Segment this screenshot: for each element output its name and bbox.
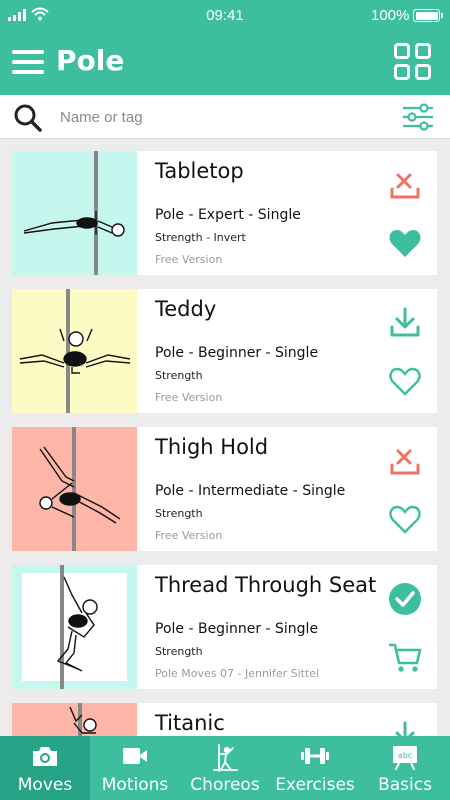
tab-moves[interactable]: Moves (0, 736, 90, 800)
app-bar: Pole (0, 32, 450, 95)
move-title: Teddy (155, 297, 217, 321)
move-tags: Strength (155, 369, 203, 382)
move-thumbnail (12, 289, 137, 413)
bottom-tab-bar: Moves Motions Choreos Exercises abc Basi… (0, 736, 450, 800)
hamburger-menu-icon[interactable] (12, 50, 44, 74)
tab-choreos[interactable]: Choreos (180, 736, 270, 800)
heart-outline-icon[interactable] (387, 363, 423, 399)
heart-filled-icon[interactable] (387, 225, 423, 261)
move-source: Free Version (155, 391, 223, 404)
remove-download-icon[interactable] (387, 443, 423, 479)
move-details: Pole - Beginner - Single (155, 621, 319, 637)
move-tags: Strength - Invert (155, 231, 246, 244)
grid-view-icon[interactable] (394, 43, 432, 81)
tab-label: Choreos (190, 775, 260, 795)
page-title: Pole (56, 44, 125, 77)
status-bar: 09:41 100% (0, 0, 450, 32)
move-source: Free Version (155, 529, 223, 542)
move-card-tabletop[interactable]: Tabletop Pole - Expert - Single Strength… (12, 151, 437, 275)
tab-label: Moves (17, 775, 73, 795)
move-title: Titanic (155, 711, 225, 735)
download-icon[interactable] (387, 719, 423, 736)
video-camera-icon (123, 748, 147, 764)
move-details: Pole - Beginner - Single (155, 345, 319, 361)
cart-icon[interactable] (387, 639, 423, 675)
move-card-teddy[interactable]: Teddy Pole - Beginner - Single Strength … (12, 289, 437, 413)
move-source: Pole Moves 07 - Jennifer Sittel (155, 667, 320, 680)
move-details: Pole - Intermediate - Single (155, 483, 346, 499)
dumbbell-icon (301, 748, 329, 764)
move-card-thigh-hold[interactable]: Thigh Hold Pole - Intermediate - Single … (12, 427, 437, 551)
move-tags: Strength (155, 645, 203, 658)
battery-icon (413, 9, 443, 22)
tab-label: Motions (101, 775, 169, 795)
moves-list[interactable]: Tabletop Pole - Expert - Single Strength… (0, 139, 450, 736)
filter-sliders-icon[interactable] (402, 103, 434, 131)
move-source: Free Version (155, 253, 223, 266)
move-tags: Strength (155, 507, 203, 520)
move-thumbnail (12, 565, 137, 689)
tab-label: Exercises (275, 775, 355, 795)
download-icon[interactable] (387, 305, 423, 341)
move-thumbnail (12, 703, 137, 736)
remove-download-icon[interactable] (387, 167, 423, 203)
move-details: Pole - Expert - Single (155, 207, 301, 223)
move-thumbnail (12, 151, 137, 275)
camera-icon (33, 747, 57, 766)
tab-motions[interactable]: Motions (90, 736, 180, 800)
tab-basics[interactable]: abc Basics (360, 736, 450, 800)
battery-percent: 100% (371, 7, 410, 24)
chalkboard-icon: abc (393, 746, 417, 770)
heart-outline-icon[interactable] (387, 501, 423, 537)
search-bar (0, 95, 450, 139)
tab-label: Basics (378, 775, 432, 795)
move-card-titanic[interactable]: Titanic (12, 703, 437, 736)
move-title: Tabletop (155, 159, 244, 183)
checkmark-circle-icon[interactable] (387, 581, 423, 617)
move-card-thread-through-seat[interactable]: Thread Through Seat Pole - Beginner - Si… (12, 565, 437, 689)
search-icon[interactable] (13, 103, 43, 133)
search-input[interactable] (60, 103, 360, 131)
svg-text:abc: abc (398, 751, 412, 760)
move-thumbnail (12, 427, 137, 551)
tab-exercises[interactable]: Exercises (270, 736, 360, 800)
move-title: Thread Through Seat (155, 573, 377, 597)
dancer-icon (213, 744, 238, 772)
move-title: Thigh Hold (155, 435, 269, 459)
